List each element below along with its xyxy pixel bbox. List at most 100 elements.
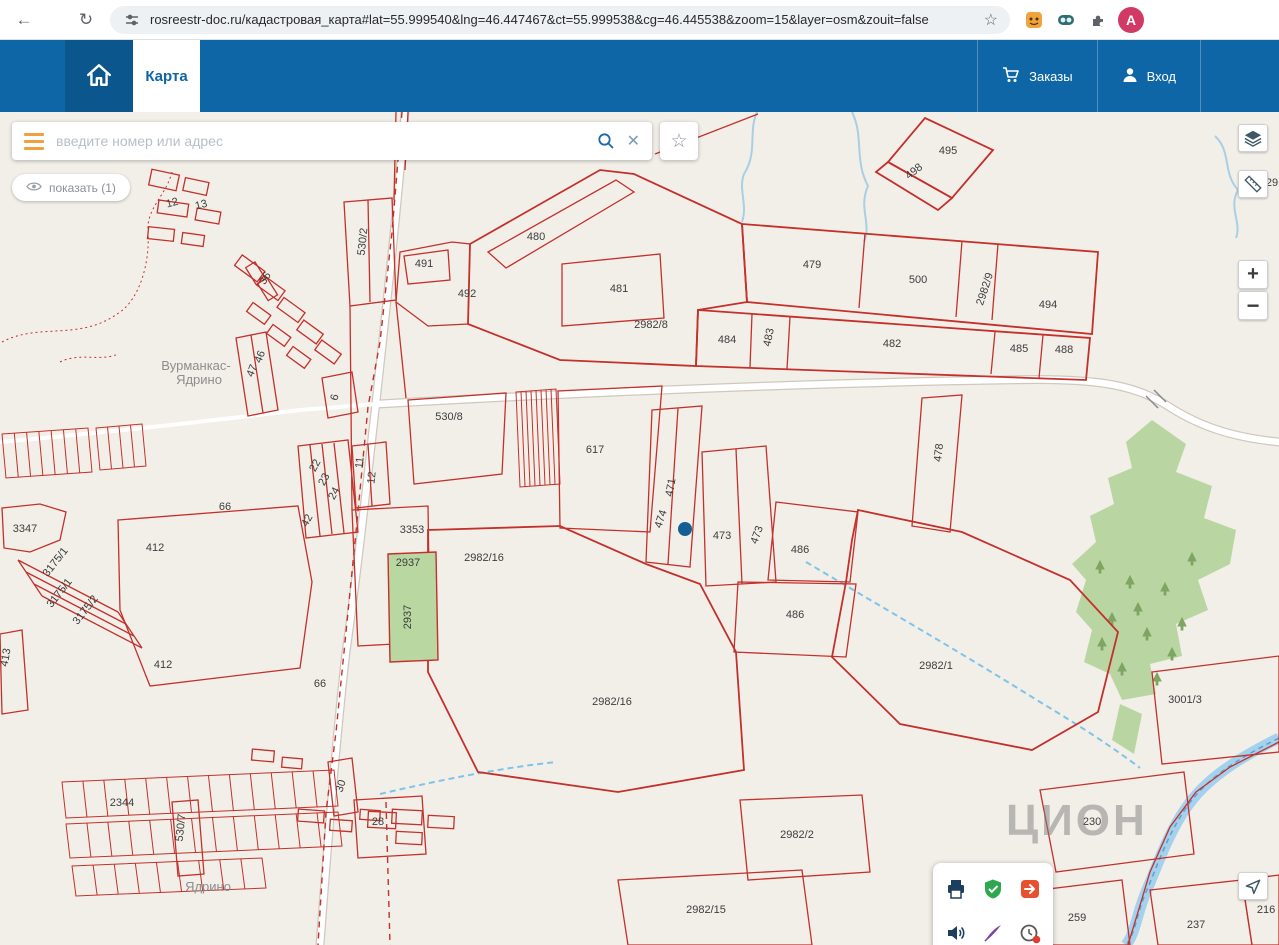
alarm-clock-icon [1020,924,1041,944]
map-container: 495 498 480 481 479 500 2982/9 494 2982/8 484 483 4… [0,112,1279,945]
parcel-label: 2982/16 [464,552,504,564]
show-results-label: показать (1) [49,180,116,195]
orders-button[interactable]: Заказы [977,40,1096,112]
map-canvas[interactable]: 495498480481479500 2982/9 4942982/8484 483 4… [0,112,1279,945]
bookmark-star-icon[interactable]: ☆ [984,10,998,30]
shield-check-button[interactable] [977,873,1009,905]
home-button[interactable] [65,40,133,112]
reload-icon[interactable]: ↻ [72,6,100,34]
url-text[interactable]: rosreestr-doc.ru/кадастровая_карта#lat=5… [150,12,970,27]
parcel-label: 478 [932,443,946,463]
layers-icon [1244,130,1262,147]
menu-icon[interactable] [24,132,44,150]
parcel-label: 479 [803,259,821,271]
parcel-label: 482 [883,338,901,350]
parcel-label: 484 [718,334,736,346]
parcel-label: 486 [791,544,809,556]
brush-icon [984,925,1001,942]
cart-icon [1002,66,1020,86]
parcel-label: 473 [713,530,731,542]
login-button[interactable]: Вход [1096,40,1201,112]
parcel-label: 259 [1068,912,1086,924]
parcel-label: 2982/2 [780,829,814,841]
back-icon[interactable]: ← [10,6,38,34]
parcel-label: 2344 [110,797,134,809]
address-bar[interactable]: rosreestr-doc.ru/кадастровая_карта#lat=5… [110,5,1010,34]
alarm-button[interactable] [1014,917,1046,945]
ruler-icon [1244,175,1262,193]
parcel-label: 11 [353,456,366,469]
header-actions: Заказы Вход [977,40,1201,112]
profile-avatar[interactable]: A [1118,6,1144,33]
app-header: Карта Заказы Вход [0,40,1279,112]
place-label: Вурманкас- [161,358,231,373]
extensions-puzzle-icon[interactable] [1088,10,1108,30]
parcel-label: 486 [786,609,804,621]
parcel-label: 412 [146,542,164,554]
parcel-label: 491 [415,258,433,270]
parcel-label: 28 [372,816,384,828]
print-icon [947,880,964,899]
audio-button[interactable] [940,917,972,945]
extension-icon-2[interactable] [1056,10,1076,30]
parcel-label: 481 [610,283,628,295]
browser-chrome: ← ↻ rosreestr-doc.ru/кадастровая_карта#l… [0,0,1279,40]
speaker-icon [947,926,965,940]
parcel-label: 2937 [402,605,414,629]
parcel-label: 230 [1083,816,1101,828]
parcel-label: 617 [586,444,604,456]
parcel-label: 2937 [396,557,420,569]
place-label: Ядрино [176,372,222,387]
map-search-bar: ✕ [12,122,652,160]
login-label: Вход [1146,68,1176,84]
search-input[interactable] [56,133,585,149]
parcel-label: 492 [458,288,476,300]
parcel-label: 495 [939,145,957,157]
parcel-label: 485 [1010,343,1028,355]
parcel-label: 2982/1 [919,660,953,672]
draw-button[interactable] [977,917,1009,945]
place-label: Ядрино [185,879,231,894]
measure-button[interactable] [1238,170,1268,198]
parcel-label: 3347 [13,523,37,535]
parcel-label: 3353 [400,524,424,536]
selected-point-marker[interactable] [678,522,692,536]
print-button[interactable] [940,873,972,905]
clear-search-icon[interactable]: ✕ [627,131,640,151]
parcel-label: 488 [1055,344,1073,356]
parcel-label: 66 [219,501,231,513]
site-info-icon[interactable] [122,10,142,30]
locate-button[interactable] [1238,872,1268,900]
export-arrow-icon [1021,880,1040,898]
parcel-label: 12 [365,471,378,484]
home-icon [86,63,112,90]
show-results-button[interactable]: показать (1) [12,174,130,201]
favorites-button[interactable]: ☆ [660,122,698,160]
parcel-label: 3001/3 [1168,694,1202,706]
tab-map[interactable]: Карта [133,40,200,112]
parcel-label: 2982/16 [592,696,632,708]
eye-icon [26,181,42,195]
layers-button[interactable] [1238,124,1268,152]
parcel-label: 2982/8 [634,319,668,331]
zoom-out-button[interactable]: − [1238,291,1268,320]
parcel-label: 237 [1187,919,1205,931]
parcel-label: 494 [1039,299,1057,311]
export-button[interactable] [1014,873,1046,905]
extensions-area [1024,10,1108,30]
parcel-label: 66 [314,678,326,690]
shield-check-icon [984,879,1001,899]
parcel-label: 530/8 [435,411,463,423]
extension-icon-1[interactable] [1024,10,1044,30]
navigation-arrow-icon [1245,879,1261,895]
person-icon [1122,67,1138,86]
parcel-label: 2982/15 [686,904,726,916]
map-tools-panel [933,863,1053,945]
zoom-in-button[interactable]: + [1238,260,1268,289]
parcel-label: 500 [909,274,927,286]
parcel-label: 412 [154,659,172,671]
orders-label: Заказы [1029,68,1073,84]
parcel-label: 480 [527,231,545,243]
parcel-label: 216 [1257,904,1275,916]
search-icon[interactable] [597,132,615,150]
